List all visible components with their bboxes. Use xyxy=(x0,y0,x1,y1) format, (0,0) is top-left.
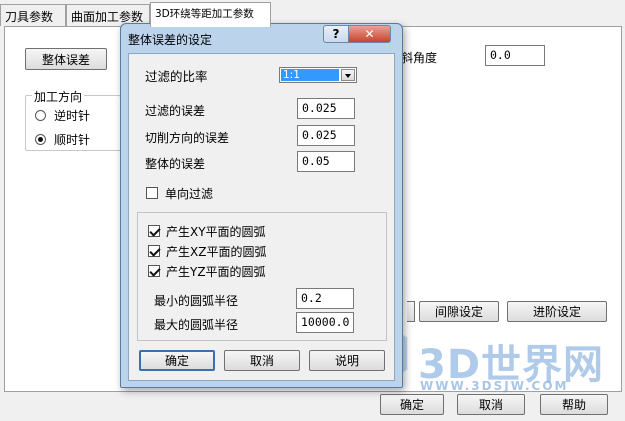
button-label: 进阶设定 xyxy=(532,305,581,319)
dialog-body: 过滤的比率 1:1 过滤的误差 0.025 切削方向的误差 0.025 整体的误… xyxy=(128,53,395,381)
xy-arc-label: 产生XY平面的圆弧 xyxy=(166,225,266,239)
ok-button[interactable]: 确定 xyxy=(380,394,444,415)
filter-ratio-value: 1:1 xyxy=(281,69,339,81)
ccw-radio[interactable] xyxy=(35,110,46,121)
tab-label: 刀具参数 xyxy=(5,10,54,24)
min-radius-label: 最小的圆弧半径 xyxy=(154,294,239,308)
watermark-url: WWW.3DSJW.COM xyxy=(420,379,569,393)
overall-tolerance-dialog: 整体误差的设定 ? ✕ 过滤的比率 1:1 过滤的误差 0.025 切削方向的误… xyxy=(120,23,403,388)
overall-tolerance-field[interactable]: 0.05 xyxy=(297,151,355,172)
xz-arc-label: 产生XZ平面的圆弧 xyxy=(166,245,267,259)
max-radius-field[interactable]: 10000.0 xyxy=(296,312,354,333)
tab-label: 曲面加工参数 xyxy=(71,10,144,24)
direction-group: 加工方向 逆时针 顺时针 xyxy=(25,88,121,151)
advanced-settings-button[interactable]: 进阶设定 xyxy=(507,301,607,322)
tab-tool-params[interactable]: 刀具参数 xyxy=(0,4,66,26)
yz-arc-checkbox[interactable] xyxy=(148,265,160,277)
cut-direction-tolerance-label: 切削方向的误差 xyxy=(145,131,230,145)
cw-label: 顺时针 xyxy=(54,133,91,147)
tilt-angle-field[interactable]: 0.0 xyxy=(485,45,545,66)
filter-ratio-label: 过滤的比率 xyxy=(145,69,208,84)
tilt-angle-label: 斜角度 xyxy=(401,51,438,65)
cut-direction-tolerance-field[interactable]: 0.025 xyxy=(297,125,355,146)
overall-tolerance-button[interactable]: 整体误差 xyxy=(25,48,107,70)
cw-radio[interactable] xyxy=(35,134,46,145)
max-radius-label: 最大的圆弧半径 xyxy=(154,318,239,332)
filter-ratio-select[interactable]: 1:1 xyxy=(279,67,357,83)
dialog-title: 整体误差的设定 xyxy=(128,33,213,47)
yz-arc-label: 产生YZ平面的圆弧 xyxy=(166,265,266,279)
tab-3d-scallop-params[interactable]: 3D环绕等距加工参数 xyxy=(150,2,271,27)
close-icon[interactable]: ✕ xyxy=(348,25,391,43)
cancel-button[interactable]: 取消 xyxy=(457,394,525,415)
help-icon[interactable]: ? xyxy=(323,25,349,43)
button-label: 确定 xyxy=(399,398,424,412)
filter-tolerance-label: 过滤的误差 xyxy=(145,104,206,118)
one-way-filter-checkbox[interactable] xyxy=(146,187,158,199)
direction-group-title: 加工方向 xyxy=(32,88,85,105)
button-label: 确定 xyxy=(164,354,189,368)
overall-tolerance-label: 整体的误差 xyxy=(145,157,206,171)
button-label: 间隙设定 xyxy=(434,305,483,319)
close-glyph: ✕ xyxy=(364,27,375,41)
one-way-filter-label: 单向过滤 xyxy=(165,187,214,201)
dialog-cancel-button[interactable]: 取消 xyxy=(224,350,300,371)
help-button[interactable]: 帮助 xyxy=(540,394,608,415)
button-label: 整体误差 xyxy=(41,52,90,67)
button-label: 说明 xyxy=(334,354,359,368)
help-glyph: ? xyxy=(332,27,340,41)
ccw-label: 逆时针 xyxy=(54,109,91,123)
button-label: 取消 xyxy=(249,354,274,368)
chevron-down-icon[interactable] xyxy=(341,69,355,81)
button-label: 帮助 xyxy=(561,398,586,412)
dialog-explain-button[interactable]: 说明 xyxy=(309,350,385,371)
filter-tolerance-field[interactable]: 0.025 xyxy=(297,98,355,119)
gap-settings-button[interactable]: 间隙设定 xyxy=(419,301,499,322)
min-radius-field[interactable]: 0.2 xyxy=(296,288,354,309)
xy-arc-checkbox[interactable] xyxy=(148,225,160,237)
dialog-ok-button[interactable]: 确定 xyxy=(139,350,215,371)
xz-arc-checkbox[interactable] xyxy=(148,245,160,257)
tab-label: 3D环绕等距加工参数 xyxy=(155,8,254,20)
button-label: 取消 xyxy=(478,398,503,412)
arc-fit-group: 产生XY平面的圆弧 产生XZ平面的圆弧 产生YZ平面的圆弧 最小的圆弧半径 0.… xyxy=(137,212,387,341)
